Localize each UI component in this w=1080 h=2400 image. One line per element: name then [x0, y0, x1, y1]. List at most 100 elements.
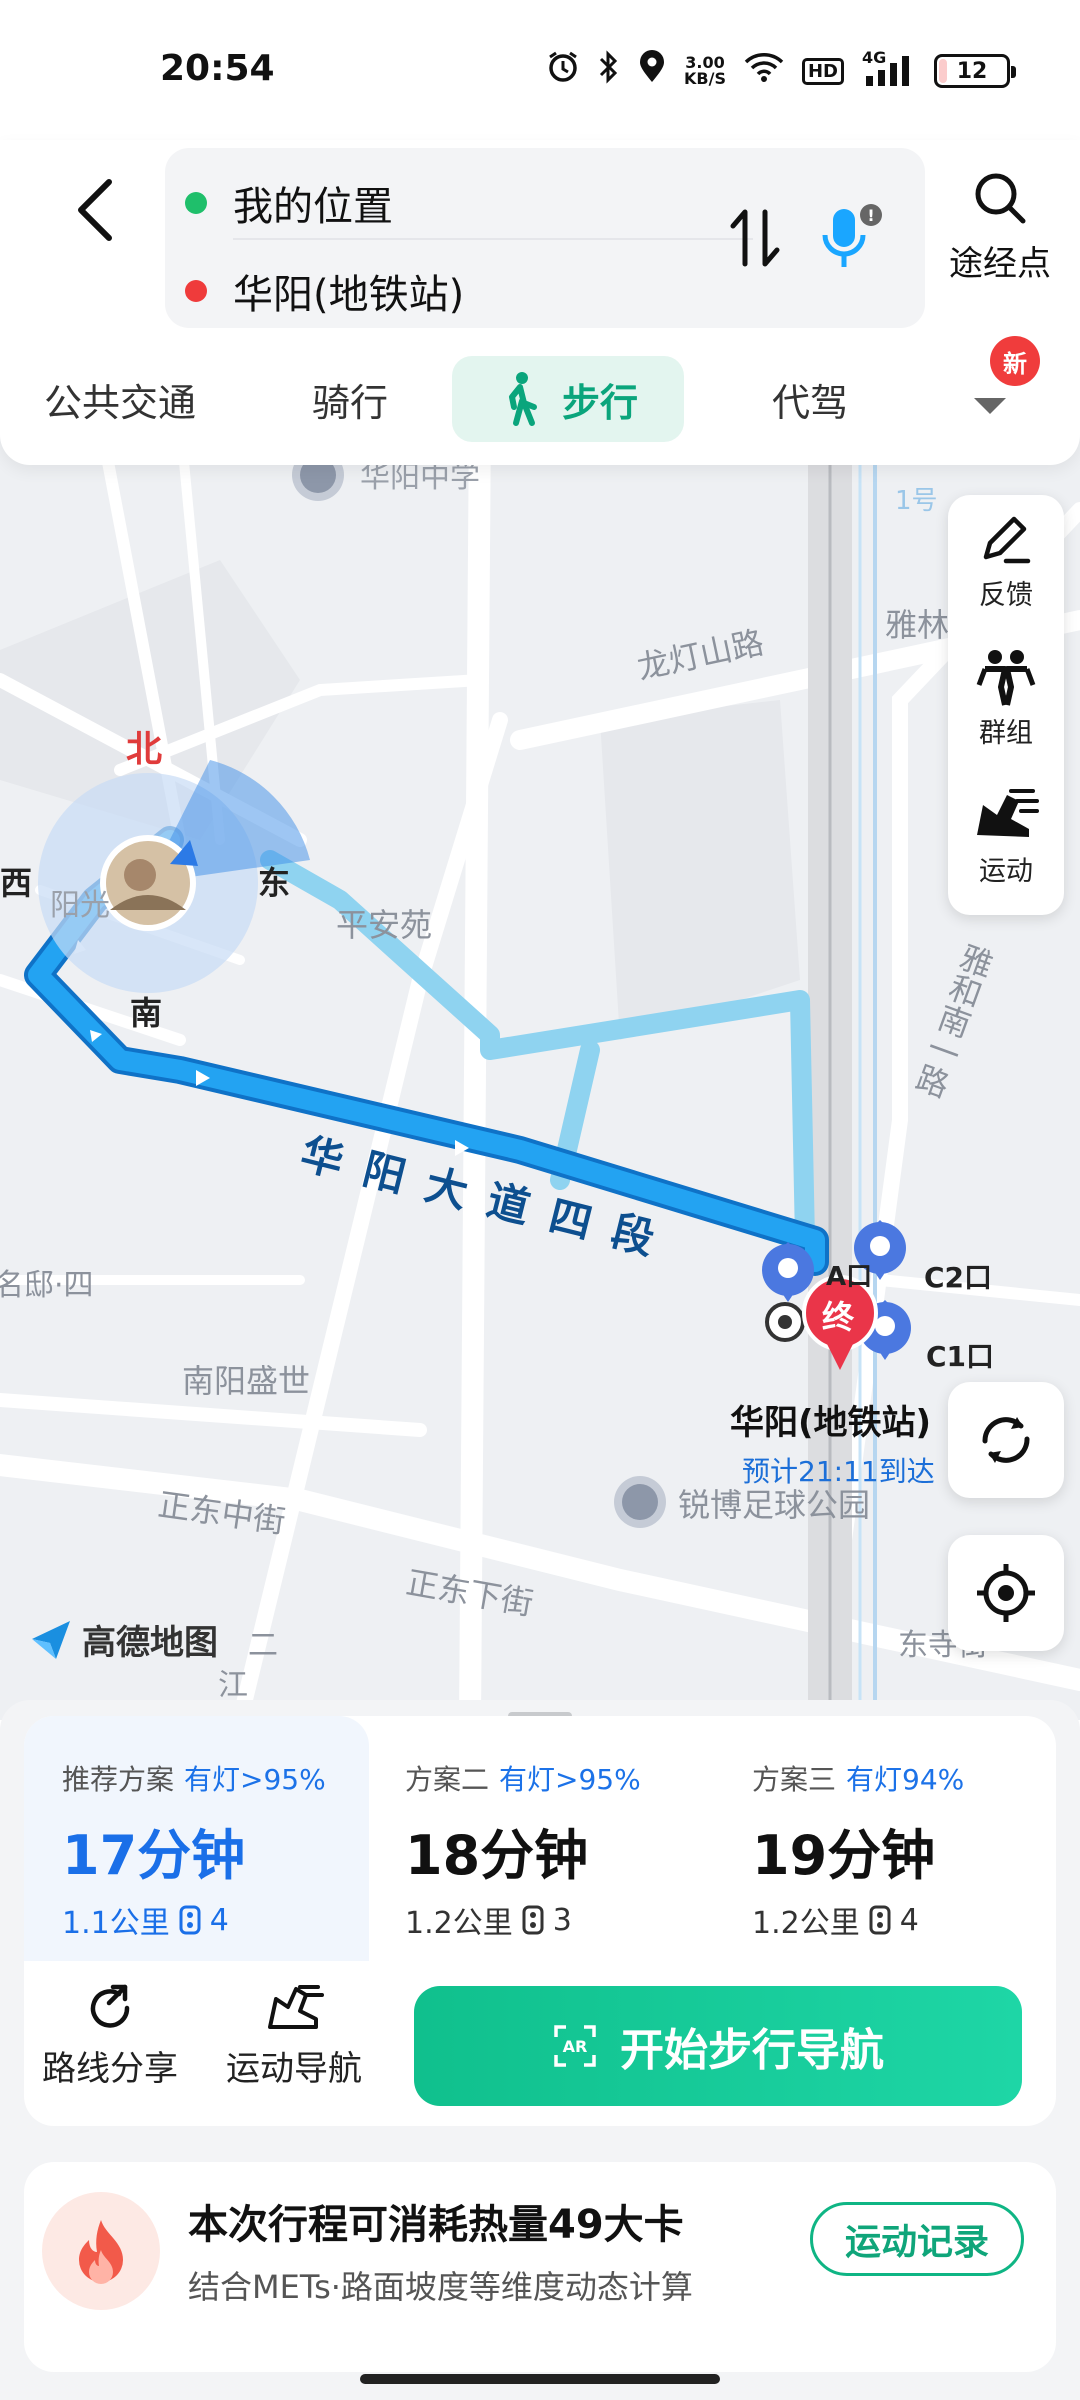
destination-field[interactable]: 华阳(地铁站)	[185, 256, 464, 326]
map-tools-panel: 反馈 群组 运动	[948, 495, 1064, 915]
share-route-button[interactable]: 路线分享	[30, 1981, 190, 2101]
calorie-subtitle: 结合METs·路面坡度等维度动态计算	[188, 2268, 693, 2306]
plan-1-header: 推荐方案 有灯>95%	[62, 1758, 326, 1798]
waypoint-button[interactable]: 途经点	[940, 170, 1060, 300]
tab-chauffeur[interactable]: 代驾	[750, 356, 870, 442]
tab-cycling-label: 骑行	[311, 380, 388, 425]
plan-2-time: 18分钟	[405, 1824, 589, 1887]
origin-dot-icon	[185, 192, 207, 214]
map-label-pingan: 平安苑	[336, 906, 433, 944]
compass-east: 东	[258, 864, 291, 902]
start-walking-navigation-button[interactable]: AR 开始步行导航	[414, 1986, 1022, 2106]
group-icon	[976, 650, 1036, 706]
traffic-light-icon	[179, 1905, 201, 1935]
plan-2-distance: 1.2公里	[405, 1906, 513, 1941]
start-navigation-label: 开始步行导航	[620, 2025, 884, 2076]
map-label-left-street: 名邸·四	[0, 1268, 94, 1303]
map-view[interactable]: 华阳中学 1号 龙灯山路 雅林 雅和南一路 平安苑 华阳大道四段 南阳盛世 名邸…	[0, 420, 1080, 1720]
plan-3-header: 方案三 有灯94%	[752, 1758, 964, 1798]
tab-cycling[interactable]: 骑行	[290, 356, 410, 442]
sport-shoe-icon	[268, 1985, 324, 2029]
sport-button[interactable]: 运动	[948, 771, 1064, 901]
exit-c2-label: C2口	[924, 1261, 993, 1294]
group-button[interactable]: 群组	[948, 633, 1064, 763]
search-icon	[975, 173, 1026, 224]
compass-north: 北	[126, 729, 163, 770]
sport-navigation-label: 运动导航	[226, 2049, 362, 2089]
plan-2-light-tag: 有灯>95%	[499, 1763, 641, 1796]
plan-option-3[interactable]: 方案三 有灯94% 19分钟 1.2公里 4	[716, 1716, 1056, 1961]
sport-shoe-icon	[977, 789, 1039, 837]
plan-option-1[interactable]: 推荐方案 有灯>95% 17分钟 1.1公里 4	[24, 1716, 369, 1961]
refresh-route-button[interactable]	[948, 1382, 1064, 1498]
home-indicator[interactable]	[360, 2374, 720, 2384]
hd-badge: HD	[801, 57, 844, 85]
tab-public-transit-label: 公共交通	[43, 380, 196, 425]
compass-south: 南	[130, 994, 163, 1032]
amap-logo-text: 高德地图	[82, 1623, 218, 1663]
status-bar: 20:54 3.00 KB/S HD 4G 12	[0, 0, 1080, 140]
plan-option-2[interactable]: 方案二 有灯>95% 18分钟 1.2公里 3	[369, 1716, 709, 1961]
locate-me-button[interactable]	[948, 1535, 1064, 1651]
plan-3-details: 1.2公里 4	[752, 1898, 919, 1942]
battery-icon: 12	[934, 54, 1016, 88]
ar-icon: AR	[554, 2025, 596, 2067]
destination-name: 华阳(地铁站)	[730, 1403, 932, 1443]
plan-3-lights: 4	[899, 1902, 919, 1938]
back-button[interactable]	[60, 160, 130, 260]
tab-chauffeur-label: 代驾	[771, 380, 848, 425]
sport-navigation-button[interactable]: 运动导航	[214, 1981, 374, 2101]
map-label-yangguang: 阳光	[50, 888, 110, 923]
tab-walking[interactable]: 步行	[452, 356, 684, 442]
plan-1-light-tag: 有灯>95%	[184, 1763, 326, 1796]
svg-text:AR: AR	[563, 2037, 588, 2056]
refresh-icon	[982, 1417, 1030, 1463]
more-modes-button[interactable]: 新	[960, 336, 1040, 442]
route-options-card: 推荐方案 有灯>95% 17分钟 1.1公里 4 方案二 有灯>95% 18分钟 1…	[24, 1716, 1056, 2126]
feedback-label: 反馈	[979, 580, 1033, 611]
amap-logo: 高德地图	[28, 1615, 218, 1664]
plan-1-lights: 4	[209, 1902, 229, 1938]
exit-a-label: A口	[826, 1262, 873, 1292]
transport-mode-tabs: 公共交通 骑行 步行 代驾 新	[0, 336, 1080, 446]
plan-2-lights: 3	[552, 1902, 572, 1938]
status-icons: 3.00 KB/S HD 4G 12	[546, 48, 1016, 92]
alarm-icon	[546, 50, 580, 92]
voice-input-button[interactable]: !	[810, 198, 890, 278]
origin-field[interactable]: 我的位置	[185, 168, 393, 238]
route-panel: 我的位置 华阳(地铁站) ! 途经点 公共交通 骑行 步行 代驾 新	[0, 140, 1080, 465]
route-sheet: 推荐方案 有灯>95% 17分钟 1.1公里 4 方案二 有灯>95% 18分钟 1…	[0, 1700, 1080, 2400]
route-input-box: 我的位置 华阳(地铁站) !	[165, 148, 925, 328]
sport-record-button[interactable]: 运动记录	[810, 2202, 1024, 2276]
status-time: 20:54	[160, 48, 275, 89]
crosshair-icon	[977, 1564, 1035, 1622]
destination-marker[interactable]: 终	[822, 1292, 854, 1338]
exit-c1-label: C1口	[926, 1340, 995, 1373]
map-label-nanyang: 南阳盛世	[182, 1362, 311, 1400]
back-arrow-icon	[78, 179, 112, 241]
wifi-icon	[744, 51, 784, 91]
location-icon	[638, 50, 666, 92]
plan-3-light-tag: 有灯94%	[846, 1763, 965, 1796]
swap-route-button[interactable]	[720, 203, 790, 273]
group-label: 群组	[979, 718, 1033, 749]
calorie-card: 本次行程可消耗热量49大卡 结合METs·路面坡度等维度动态计算 运动记录	[24, 2162, 1056, 2372]
svg-text:!: !	[867, 206, 874, 225]
amap-logo-icon	[32, 1620, 70, 1659]
plan-3-time: 19分钟	[752, 1824, 936, 1887]
network-speed: 3.00 KB/S	[684, 55, 726, 87]
plan-2-title: 方案二	[405, 1763, 490, 1796]
traffic-light-icon	[522, 1905, 544, 1935]
plan-1-title: 推荐方案	[62, 1763, 175, 1796]
share-icon	[90, 1984, 130, 2028]
destination-label: 华阳(地铁站)	[233, 272, 465, 318]
plan-3-distance: 1.2公里	[752, 1906, 860, 1941]
map-label-ya: 雅林	[885, 606, 950, 644]
tab-public-transit[interactable]: 公共交通	[30, 356, 210, 442]
signal-icon: 4G	[862, 48, 916, 88]
walking-person-icon	[508, 372, 537, 426]
map-label-er: 二	[248, 1628, 278, 1663]
feedback-button[interactable]: 反馈	[948, 495, 1064, 625]
plan-3-title: 方案三	[752, 1763, 837, 1796]
map-label-jiang: 江	[218, 1668, 248, 1703]
